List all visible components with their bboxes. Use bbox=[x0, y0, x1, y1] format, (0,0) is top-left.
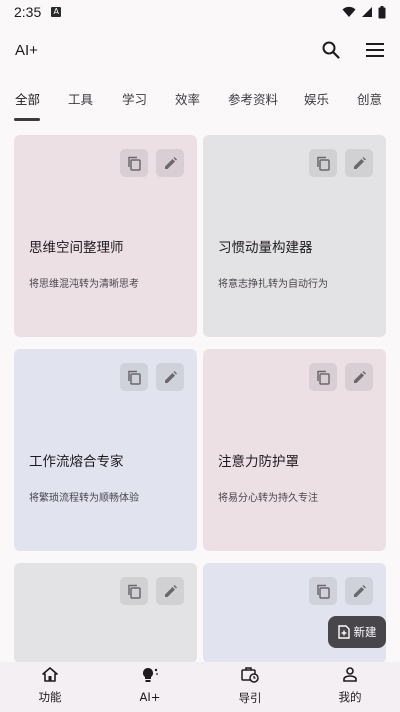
card[interactable]: 工作流熔合专家 将繁琐流程转为顺畅体验 bbox=[14, 349, 197, 551]
nav-item-ai[interactable]: AI+ bbox=[100, 662, 200, 712]
notification-icon: A bbox=[51, 7, 62, 17]
status-bar: 2:35 A bbox=[0, 0, 400, 24]
edit-button[interactable] bbox=[345, 363, 373, 391]
card[interactable] bbox=[14, 563, 197, 663]
copy-button[interactable] bbox=[120, 363, 148, 391]
tab-reference[interactable]: 参考资料 bbox=[228, 86, 278, 114]
search-icon bbox=[322, 41, 340, 59]
edit-button[interactable] bbox=[156, 363, 184, 391]
card[interactable]: 思维空间整理师 将思维混沌转为清晰思考 bbox=[14, 135, 197, 337]
tab-efficiency[interactable]: 效率 bbox=[175, 86, 200, 114]
copy-button[interactable] bbox=[120, 577, 148, 605]
nav-label: 我的 bbox=[338, 690, 362, 704]
copy-icon bbox=[128, 584, 141, 599]
new-button[interactable]: 新建 bbox=[328, 616, 386, 648]
status-icons bbox=[342, 5, 386, 19]
nav-item-guide[interactable]: 导引 bbox=[200, 662, 300, 712]
copy-button[interactable] bbox=[120, 149, 148, 177]
copy-icon bbox=[128, 370, 141, 385]
edit-button[interactable] bbox=[345, 577, 373, 605]
nav-label: AI+ bbox=[139, 690, 161, 704]
edit-button[interactable] bbox=[156, 577, 184, 605]
signal-icon bbox=[362, 7, 372, 17]
copy-icon bbox=[128, 156, 141, 171]
tab-entertainment[interactable]: 娱乐 bbox=[304, 86, 329, 114]
nav-item-me[interactable]: 我的 bbox=[300, 662, 400, 712]
card-title: 思维空间整理师 bbox=[29, 240, 124, 256]
copy-icon bbox=[317, 370, 330, 385]
card-description: 将易分心转为持久专注 bbox=[218, 493, 318, 504]
card[interactable] bbox=[203, 563, 386, 663]
edit-icon bbox=[353, 370, 366, 383]
nav-label: 功能 bbox=[38, 690, 62, 704]
category-tabs: 全部 工具 学习 效率 参考资料 娱乐 创意 bbox=[0, 86, 400, 122]
app-bar: AI+ bbox=[0, 24, 400, 76]
card-description: 将繁琐流程转为顺畅体验 bbox=[29, 493, 139, 504]
edit-icon bbox=[164, 584, 177, 597]
card[interactable]: 习惯动量构建器 将意志挣扎转为自动行为 bbox=[203, 135, 386, 337]
copy-button[interactable] bbox=[309, 577, 337, 605]
search-button[interactable] bbox=[320, 39, 342, 61]
person-icon bbox=[343, 667, 357, 682]
battery-icon bbox=[378, 5, 386, 18]
menu-button[interactable] bbox=[364, 39, 386, 61]
edit-icon bbox=[164, 156, 177, 169]
edit-icon bbox=[353, 584, 366, 597]
tab-all[interactable]: 全部 bbox=[15, 86, 40, 114]
card[interactable]: 注意力防护罩 将易分心转为持久专注 bbox=[203, 349, 386, 551]
bottom-nav: 功能 AI+ 导引 我的 bbox=[0, 662, 400, 712]
lightbulb-icon bbox=[143, 668, 158, 682]
card-title: 习惯动量构建器 bbox=[218, 240, 313, 256]
nav-item-functions[interactable]: 功能 bbox=[0, 662, 100, 712]
menu-icon bbox=[366, 43, 384, 57]
edit-icon bbox=[164, 370, 177, 383]
status-time: 2:35 bbox=[14, 4, 42, 20]
edit-button[interactable] bbox=[156, 149, 184, 177]
tab-indicator bbox=[14, 118, 40, 121]
tab-creative[interactable]: 创意 bbox=[357, 86, 382, 114]
nav-label: 导引 bbox=[238, 691, 262, 705]
card-description: 将意志挣扎转为自动行为 bbox=[218, 279, 328, 290]
edit-icon bbox=[353, 156, 366, 169]
card-title: 注意力防护罩 bbox=[218, 454, 299, 470]
wifi-icon bbox=[342, 6, 356, 17]
new-file-icon bbox=[337, 625, 350, 639]
home-icon bbox=[42, 667, 58, 682]
tab-tools[interactable]: 工具 bbox=[68, 86, 93, 114]
card-title: 工作流熔合专家 bbox=[29, 454, 124, 470]
card-description: 将思维混沌转为清晰思考 bbox=[29, 279, 139, 290]
app-title: AI+ bbox=[15, 41, 38, 59]
work-history-icon bbox=[241, 667, 259, 683]
copy-icon bbox=[317, 584, 330, 599]
copy-button[interactable] bbox=[309, 149, 337, 177]
copy-button[interactable] bbox=[309, 363, 337, 391]
copy-icon bbox=[317, 156, 330, 171]
tab-study[interactable]: 学习 bbox=[122, 86, 147, 114]
edit-button[interactable] bbox=[345, 149, 373, 177]
new-button-label: 新建 bbox=[353, 625, 377, 639]
